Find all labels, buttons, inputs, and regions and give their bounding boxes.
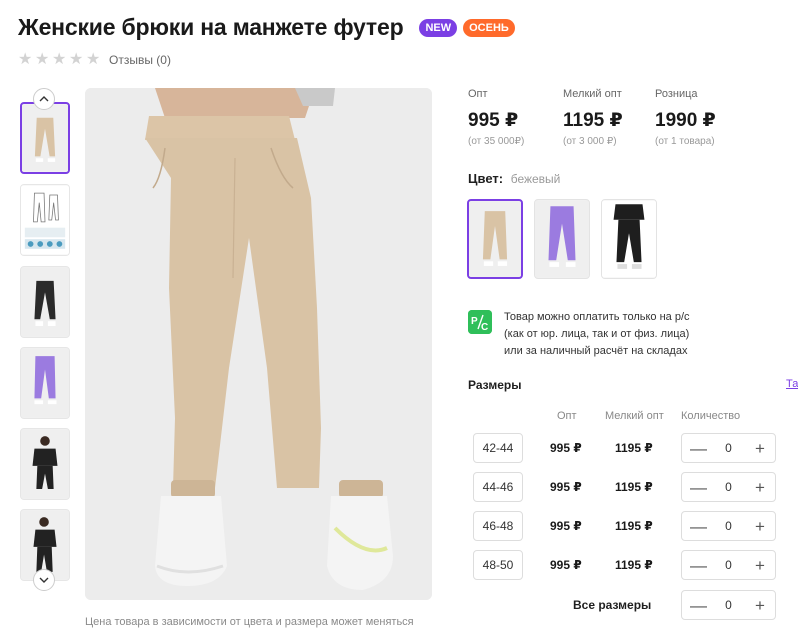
svg-text:P: P bbox=[471, 316, 478, 327]
price-min: (от 35 000₽) bbox=[468, 136, 525, 147]
minus-icon[interactable]: — bbox=[690, 518, 707, 535]
quantity-value[interactable]: 0 bbox=[725, 480, 732, 494]
star-icon[interactable]: ★ bbox=[35, 52, 51, 68]
quantity-stepper: — 0 + bbox=[681, 550, 776, 580]
small-opt-price: 1195 ₽ bbox=[615, 441, 653, 455]
col-header-qty: Количество bbox=[681, 410, 741, 422]
season-badge: ОСЕНЬ bbox=[463, 18, 515, 37]
small-opt-price: 1195 ₽ bbox=[615, 519, 653, 533]
price-value: 995 ₽ bbox=[468, 110, 519, 131]
reviews-link[interactable]: Отзывы (0) bbox=[109, 53, 171, 67]
quantity-stepper: — 0 + bbox=[681, 472, 776, 502]
price-value: 1990 ₽ bbox=[655, 110, 716, 131]
price-note: Цена товара в зависимости от цвета и раз… bbox=[85, 616, 414, 628]
minus-icon[interactable]: — bbox=[690, 597, 707, 614]
minus-icon[interactable]: — bbox=[690, 440, 707, 457]
chevron-up-icon[interactable] bbox=[33, 88, 55, 110]
payment-line: Товар можно оплатить только на р/с bbox=[504, 311, 690, 323]
size-label: 48-50 bbox=[473, 550, 523, 580]
payment-line: (как от юр. лица, так и от физ. лица) bbox=[504, 328, 690, 340]
swatch-lilac[interactable] bbox=[534, 199, 590, 279]
size-row: 48-50 995 ₽ 1195 ₽ — 0 + bbox=[473, 550, 793, 582]
quantity-value[interactable]: 0 bbox=[725, 598, 732, 612]
color-swatches bbox=[467, 199, 657, 279]
all-sizes-row: — 0 + bbox=[473, 590, 793, 622]
price-value: 1195 ₽ bbox=[563, 110, 623, 131]
thumbnail-black-set[interactable] bbox=[20, 428, 70, 500]
small-opt-price: 1195 ₽ bbox=[615, 558, 653, 572]
quantity-stepper: — 0 + bbox=[681, 511, 776, 541]
swatch-black[interactable] bbox=[601, 199, 657, 279]
col-header-opt: Опт bbox=[557, 410, 577, 422]
main-product-photo[interactable] bbox=[85, 88, 432, 600]
color-row: Цвет: бежевый bbox=[468, 171, 560, 186]
all-sizes-stepper: — 0 + bbox=[681, 590, 776, 620]
plus-icon[interactable]: + bbox=[753, 597, 767, 614]
opt-price: 995 ₽ bbox=[550, 480, 582, 494]
price-small-opt: Мелкий опт 1195 ₽ (от 3 000 ₽) bbox=[563, 88, 625, 147]
minus-icon[interactable]: — bbox=[690, 479, 707, 496]
price-opt: Опт 995 ₽ (от 35 000₽) bbox=[468, 88, 533, 147]
quantity-value[interactable]: 0 bbox=[725, 519, 732, 533]
thumbnail-gallery bbox=[18, 88, 72, 598]
small-opt-price: 1195 ₽ bbox=[615, 480, 653, 494]
price-min: (от 3 000 ₽) bbox=[563, 136, 617, 147]
size-label: 42-44 bbox=[473, 433, 523, 463]
thumbnail-size-chart[interactable] bbox=[20, 184, 70, 256]
opt-price: 995 ₽ bbox=[550, 519, 582, 533]
star-icon[interactable]: ★ bbox=[69, 52, 85, 68]
size-table-link[interactable]: Та bbox=[786, 378, 798, 390]
size-label: 46-48 bbox=[473, 511, 523, 541]
payment-text: Товар можно оплатить только на р/с (как … bbox=[504, 309, 734, 360]
col-header-small-opt: Мелкий опт bbox=[605, 410, 664, 422]
payment-line: или за наличный расчёт на складах bbox=[504, 345, 688, 357]
opt-price: 995 ₽ bbox=[550, 441, 582, 455]
size-label: 44-46 bbox=[473, 472, 523, 502]
quantity-value[interactable]: 0 bbox=[725, 558, 732, 572]
swatch-beige[interactable] bbox=[467, 199, 523, 279]
thumbnail-black[interactable] bbox=[20, 266, 70, 338]
new-badge: NEW bbox=[419, 18, 458, 37]
rating-row: ★ ★ ★ ★ ★ Отзывы (0) bbox=[18, 52, 171, 68]
price-block: Опт 995 ₽ (от 35 000₽) Мелкий опт 1195 ₽… bbox=[468, 88, 746, 147]
plus-icon[interactable]: + bbox=[753, 518, 767, 535]
price-label: Розница bbox=[655, 88, 698, 100]
color-label: Цвет: bbox=[468, 171, 504, 186]
star-icon[interactable]: ★ bbox=[52, 52, 68, 68]
color-value: бежевый bbox=[510, 172, 561, 186]
size-row: 46-48 995 ₽ 1195 ₽ — 0 + bbox=[473, 511, 793, 543]
plus-icon[interactable]: + bbox=[753, 557, 767, 574]
sizes-title: Размеры bbox=[468, 378, 522, 392]
payment-note: P C Товар можно оплатить только на р/с (… bbox=[468, 310, 734, 360]
price-min: (от 1 товара) bbox=[655, 136, 715, 147]
chevron-down-icon[interactable] bbox=[33, 569, 55, 591]
price-label: Опт bbox=[468, 88, 488, 100]
price-label: Мелкий опт bbox=[563, 88, 622, 100]
star-icon[interactable]: ★ bbox=[18, 52, 34, 68]
minus-icon[interactable]: — bbox=[690, 557, 707, 574]
star-icon[interactable]: ★ bbox=[86, 52, 102, 68]
bank-account-icon: P C bbox=[468, 310, 492, 334]
plus-icon[interactable]: + bbox=[753, 479, 767, 496]
product-title: Женские брюки на манжете футер bbox=[18, 14, 404, 40]
svg-text:C: C bbox=[481, 322, 488, 333]
size-row: 42-44 995 ₽ 1195 ₽ — 0 + bbox=[473, 433, 793, 465]
thumbnail-lilac[interactable] bbox=[20, 347, 70, 419]
quantity-value[interactable]: 0 bbox=[725, 441, 732, 455]
quantity-stepper: — 0 + bbox=[681, 433, 776, 463]
title-row: Женские брюки на манжете футер NEW ОСЕНЬ bbox=[18, 14, 515, 41]
thumbnail-beige[interactable] bbox=[20, 102, 70, 174]
opt-price: 995 ₽ bbox=[550, 558, 582, 572]
price-retail: Розница 1990 ₽ (от 1 товара) bbox=[655, 88, 716, 147]
size-row: 44-46 995 ₽ 1195 ₽ — 0 + bbox=[473, 472, 793, 504]
plus-icon[interactable]: + bbox=[753, 440, 767, 457]
